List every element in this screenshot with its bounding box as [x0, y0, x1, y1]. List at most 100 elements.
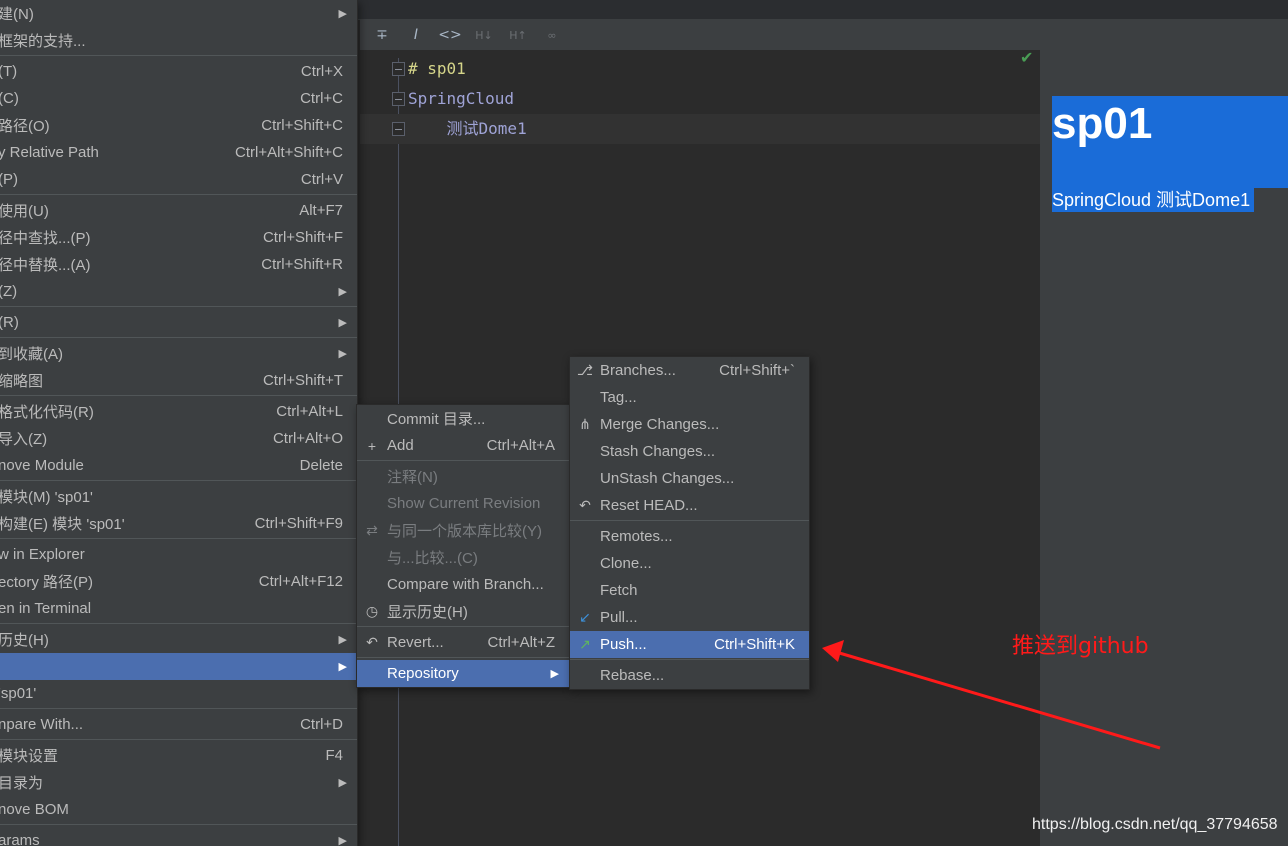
- menu-item-label: npare With...: [0, 716, 84, 733]
- strikethrough-icon[interactable]: ∓: [368, 22, 396, 48]
- context-menu-item-item[interactable]: 到收藏(A) ▶: [0, 340, 357, 367]
- menu-item-shortcut: Ctrl+X: [300, 63, 343, 80]
- repo-menu-item-clone[interactable]: Clone...: [570, 550, 809, 577]
- menu-item-label: 路径(O): [0, 118, 50, 135]
- markdown-toolbar: ∓ I <> H↓ H↑ ∞: [360, 20, 1288, 50]
- preview-heading: sp01: [1052, 96, 1288, 152]
- menu-item-label: ectory 路径(P): [0, 574, 94, 591]
- context-menu-item-en-in-terminal[interactable]: en in Terminal: [0, 595, 357, 622]
- context-menu-item-item[interactable]: 模块设置 F4: [0, 742, 357, 769]
- context-menu-item-nove-bom[interactable]: nove BOM: [0, 796, 357, 823]
- context-menu-item-item[interactable]: 建(N) ▶: [0, 0, 357, 27]
- menu-item-label: Merge Changes...: [600, 416, 720, 433]
- context-menu-item-ectory[interactable]: ectory 路径(P) Ctrl+Alt+F12: [0, 568, 357, 595]
- repo-menu-item-merge-changes[interactable]: ⋔ Merge Changes...: [570, 411, 809, 438]
- menu-item-label: 到收藏(A): [0, 346, 63, 363]
- italic-icon[interactable]: I: [402, 22, 430, 48]
- context-menu-item-sp01[interactable]: 构建(E) 模块 'sp01' Ctrl+Shift+F9: [0, 510, 357, 537]
- menu-item-label: Show Current Revision: [387, 495, 541, 512]
- annotation-label: 推送到github: [1012, 634, 1149, 659]
- menu-item-label: Push...: [600, 636, 647, 653]
- context-menu-item-item[interactable]: 目录为 ▶: [0, 769, 357, 796]
- git-menu-item-revert[interactable]: ↶ Revert... Ctrl+Alt+Z: [357, 629, 569, 656]
- menu-item-label: 构建(E) 模块 'sp01': [0, 516, 125, 533]
- repo-menu-item-stash-changes[interactable]: Stash Changes...: [570, 438, 809, 465]
- code-icon[interactable]: <>: [436, 22, 464, 48]
- context-menu-item-item[interactable]: (R) ▶: [0, 309, 357, 336]
- menu-item-label: UnStash Changes...: [600, 470, 735, 487]
- menu-item-label: Clone...: [600, 555, 652, 572]
- menu-item-shortcut: Ctrl+Alt+F12: [258, 573, 343, 590]
- context-menu-item-item[interactable]: 框架的支持...: [0, 27, 357, 54]
- preview-paragraph: SpringCloud 测试Dome1: [1052, 188, 1255, 212]
- fold-marker-icon[interactable]: [392, 92, 405, 106]
- git-menu-item-item: ⇄ 与同一个版本库比较(Y): [357, 517, 569, 544]
- context-menu-item-w-in-explorer[interactable]: w in Explorer: [0, 541, 357, 568]
- git-submenu: Commit 目录... + Add Ctrl+Alt+A 注释(N) Show Curr…: [356, 404, 570, 688]
- menu-item-label: nove Module: [0, 457, 84, 474]
- fold-marker-icon[interactable]: [392, 122, 405, 136]
- context-menu-item-item[interactable]: (P) Ctrl+V: [0, 166, 357, 193]
- repo-menu-item-unstash-changes[interactable]: UnStash Changes...: [570, 465, 809, 492]
- submenu-arrow-icon: ▶: [338, 777, 347, 789]
- editor-line-text: SpringCloud: [408, 89, 514, 108]
- git-menu-item-compare-with-branch[interactable]: Compare with Branch...: [357, 571, 569, 598]
- menu-item-label: 建(N): [0, 6, 34, 23]
- context-menu-item-item[interactable]: 格式化代码(R) Ctrl+Alt+L: [0, 398, 357, 425]
- repo-menu-item-remotes[interactable]: Remotes...: [570, 523, 809, 550]
- git-menu-item-item: 注释(N): [357, 463, 569, 490]
- context-menu-item-item[interactable]: 历史(H) ▶: [0, 626, 357, 653]
- context-menu-item-y-relative-path[interactable]: y Relative Path Ctrl+Alt+Shift+C: [0, 139, 357, 166]
- git-menu-item-repository[interactable]: Repository ▶: [357, 660, 569, 687]
- context-menu-item-item[interactable]: ▶: [0, 653, 357, 680]
- fold-marker-icon[interactable]: [392, 62, 405, 76]
- repo-menu-item-pull[interactable]: ↙ Pull...: [570, 604, 809, 631]
- push-icon: ↗: [579, 636, 591, 652]
- editor-line[interactable]: SpringCloud: [360, 84, 1040, 114]
- editor-line[interactable]: # sp01: [360, 54, 1040, 84]
- context-menu-item-arams[interactable]: arams ▶: [0, 827, 357, 846]
- repo-menu-item-fetch[interactable]: Fetch: [570, 577, 809, 604]
- heading-decrease-icon[interactable]: H↓: [470, 22, 498, 48]
- menu-item-label: (Z): [0, 283, 18, 300]
- repo-menu-item-branches[interactable]: ⎇ Branches... Ctrl+Shift+`: [570, 357, 809, 384]
- git-menu-item-commit[interactable]: Commit 目录...: [357, 405, 569, 432]
- menu-item-shortcut: Ctrl+Shift+R: [261, 256, 343, 273]
- preview-selection-highlight: [1052, 152, 1288, 188]
- editor-line-current[interactable]: 测试Dome1: [360, 114, 1040, 144]
- inspection-ok-check-icon: ✔: [1020, 48, 1034, 67]
- menu-item-label: Tag...: [600, 389, 637, 406]
- menu-item-shortcut: Alt+F7: [299, 202, 343, 219]
- context-menu-item-sp01[interactable]: 模块(M) 'sp01': [0, 483, 357, 510]
- context-menu-item-sp01[interactable]: 'sp01': [0, 680, 357, 707]
- context-menu-item-item[interactable]: 导入(Z) Ctrl+Alt+O: [0, 425, 357, 452]
- context-menu-item-nove-module[interactable]: nove Module Delete: [0, 452, 357, 479]
- menu-item-label: Pull...: [600, 609, 638, 626]
- context-menu-item-item[interactable]: (Z) ▶: [0, 278, 357, 305]
- context-menu-item-item[interactable]: 路径(O) Ctrl+Shift+C: [0, 112, 357, 139]
- menu-item-shortcut: F4: [325, 747, 343, 764]
- menu-item-label: y Relative Path: [0, 144, 99, 161]
- context-menu-item-item[interactable]: 缩略图 Ctrl+Shift+T: [0, 367, 357, 394]
- context-menu-item-npare-with[interactable]: npare With... Ctrl+D: [0, 711, 357, 738]
- heading-increase-icon[interactable]: H↑: [504, 22, 532, 48]
- menu-item-label: Revert...: [387, 634, 444, 651]
- context-menu-item-item[interactable]: 使用(U) Alt+F7: [0, 197, 357, 224]
- git-menu-item-add[interactable]: + Add Ctrl+Alt+A: [357, 432, 569, 459]
- git-menu-item-item[interactable]: ◷ 显示历史(H): [357, 598, 569, 625]
- repo-menu-item-rebase[interactable]: Rebase...: [570, 662, 809, 689]
- menu-item-label: en in Terminal: [0, 600, 92, 617]
- link-icon[interactable]: ∞: [538, 22, 566, 48]
- context-menu-item-item[interactable]: (C) Ctrl+C: [0, 85, 357, 112]
- menu-item-label: (C): [0, 90, 19, 107]
- submenu-arrow-icon: ▶: [338, 348, 347, 360]
- menu-item-label: 径中替换...(A): [0, 257, 91, 274]
- submenu-arrow-icon: ▶: [338, 835, 347, 846]
- context-menu-item-item[interactable]: 径中替换...(A) Ctrl+Shift+R: [0, 251, 357, 278]
- repo-menu-item-reset-head[interactable]: ↶ Reset HEAD...: [570, 492, 809, 519]
- repo-menu-item-tag[interactable]: Tag...: [570, 384, 809, 411]
- repo-menu-item-push[interactable]: ↗ Push... Ctrl+Shift+K: [570, 631, 809, 658]
- menu-item-label: 使用(U): [0, 203, 49, 220]
- context-menu-item-item[interactable]: (T) Ctrl+X: [0, 58, 357, 85]
- context-menu-item-item[interactable]: 径中查找...(P) Ctrl+Shift+F: [0, 224, 357, 251]
